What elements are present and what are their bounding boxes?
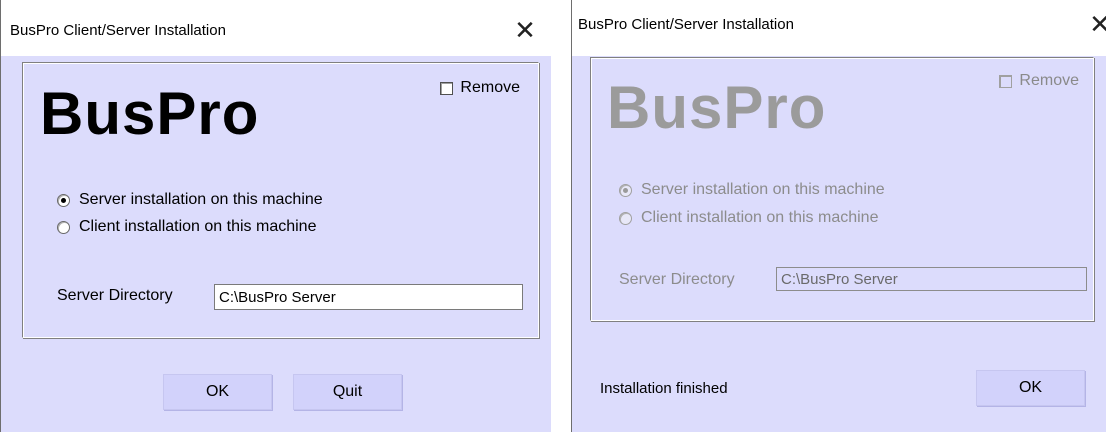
checkbox-box — [999, 74, 1013, 88]
close-icon[interactable]: ✕ — [502, 10, 548, 50]
ok-button[interactable]: OK — [976, 370, 1085, 406]
radio-button-selected — [619, 183, 632, 197]
options-group: BusPro Remove Server installation on thi… — [22, 62, 539, 338]
title-bar: BusPro Client/Server Installation ✕ — [572, 0, 1106, 56]
ok-button[interactable]: OK — [163, 374, 272, 410]
server-directory-label: Server Directory — [619, 271, 735, 288]
window-title: BusPro Client/Server Installation — [10, 22, 226, 39]
radio-button — [619, 211, 632, 225]
radio-label: Server installation on this machine — [641, 181, 885, 198]
radio-label: Client installation on this machine — [79, 218, 317, 235]
remove-label: Remove — [460, 79, 520, 96]
quit-button[interactable]: Quit — [293, 374, 402, 410]
options-group: BusPro Remove Server installation on thi… — [590, 57, 1094, 321]
buspro-logo: BusPro — [607, 74, 827, 141]
server-directory-input-disabled — [776, 267, 1087, 291]
close-icon[interactable]: ✕ — [1077, 4, 1106, 44]
title-bar: BusPro Client/Server Installation ✕ — [1, 0, 551, 56]
checkbox-box[interactable] — [440, 81, 454, 95]
server-install-radio-disabled: Server installation on this machine — [619, 181, 885, 199]
buspro-logo: BusPro — [40, 80, 260, 147]
server-directory-input[interactable] — [214, 284, 523, 310]
radio-button-selected[interactable] — [57, 193, 70, 207]
client-install-radio[interactable]: Client installation on this machine — [57, 218, 316, 236]
remove-checkbox[interactable]: Remove — [440, 79, 520, 97]
remove-label: Remove — [1019, 72, 1079, 89]
server-directory-label: Server Directory — [57, 287, 173, 304]
status-text: Installation finished — [600, 380, 728, 397]
radio-label: Server installation on this machine — [79, 191, 323, 208]
finished-dialog: BusPro Client/Server Installation ✕ BusP… — [571, 0, 1106, 432]
server-install-radio[interactable]: Server installation on this machine — [57, 191, 323, 209]
window-title: BusPro Client/Server Installation — [578, 16, 794, 33]
client-install-radio-disabled: Client installation on this machine — [619, 209, 878, 227]
radio-label: Client installation on this machine — [641, 209, 879, 226]
radio-button[interactable] — [57, 220, 70, 234]
install-dialog: BusPro Client/Server Installation ✕ BusP… — [0, 0, 551, 432]
remove-checkbox-disabled: Remove — [999, 72, 1079, 90]
